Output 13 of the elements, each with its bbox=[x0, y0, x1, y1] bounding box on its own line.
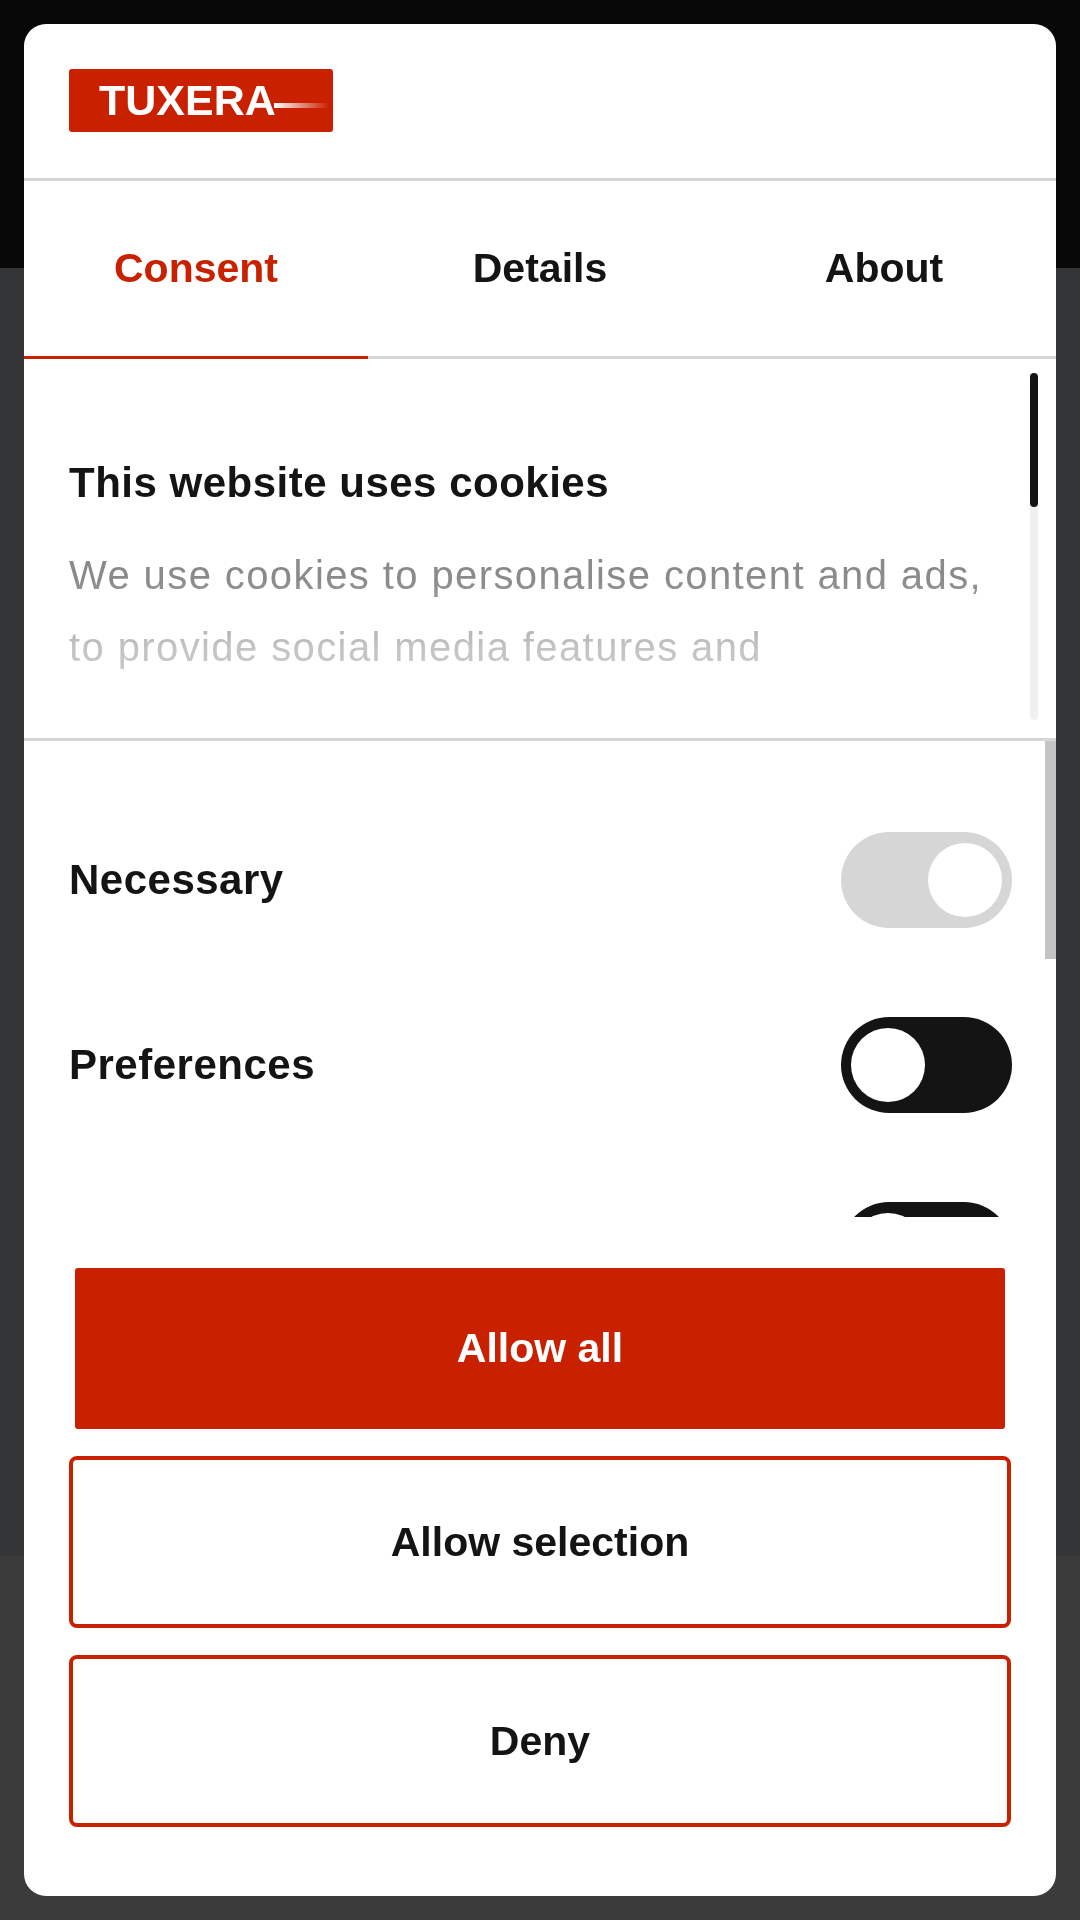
logo: TUXERA bbox=[69, 69, 333, 132]
description-text: We use cookies to personalise content and ads, to provide social media features and bbox=[69, 552, 984, 671]
streak-icon bbox=[274, 102, 329, 110]
tab[interactable]: Details bbox=[368, 181, 712, 359]
choice-button[interactable]: Allow selection bbox=[69, 1456, 1011, 1628]
choice-button[interactable]: Deny bbox=[69, 1655, 1011, 1827]
allow-button[interactable]: Allow all bbox=[75, 1268, 1005, 1429]
dialog-heading: This website uses cookies bbox=[69, 459, 611, 507]
category-label: Necessary bbox=[69, 856, 284, 904]
category-label: Preferences bbox=[69, 1041, 315, 1089]
tab[interactable]: About bbox=[712, 181, 1056, 359]
tab[interactable]: Consent bbox=[24, 181, 368, 359]
scrollbar[interactable] bbox=[1030, 373, 1038, 720]
